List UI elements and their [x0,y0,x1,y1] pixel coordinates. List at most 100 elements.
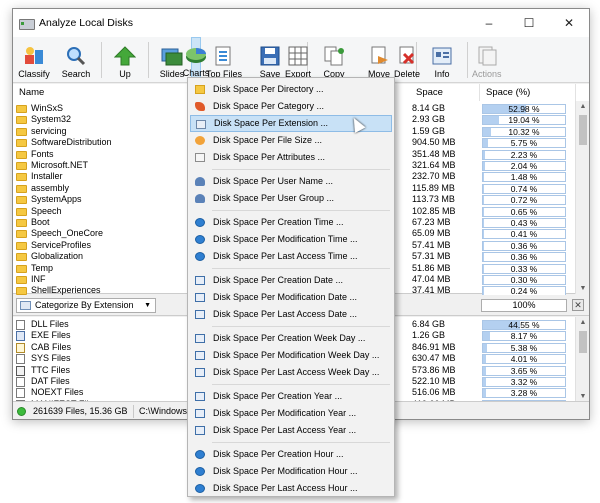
sys-file-icon [16,354,25,365]
menu-item-disk-space-per-modification-hour[interactable]: Disk Space Per Modification Hour ... [190,463,392,480]
menu-item-disk-space-per-modification-date[interactable]: Disk Space Per Modification Date ... [190,289,392,306]
row-space-percent-bar: 1.48 % [482,172,566,183]
row-space: 67.23 MB [412,217,451,227]
scroll-up-arrow-icon[interactable]: ▲ [576,103,589,110]
up-button[interactable]: Up [106,37,144,83]
menu-item-disk-space-per-modification-week-day[interactable]: Disk Space Per Modification Week Day ... [190,347,392,364]
scroll-down-arrow-icon[interactable]: ▼ [576,285,589,292]
scroll-thumb[interactable] [579,331,587,353]
menu-item-label: Disk Space Per Directory ... [213,84,324,94]
menu-item-disk-space-per-last-access-date[interactable]: Disk Space Per Last Access Date ... [190,306,392,323]
column-header-name[interactable]: Name [13,84,188,101]
close-category-panel-button[interactable]: ✕ [572,299,584,311]
menu-item-disk-space-per-user-name[interactable]: Disk Space Per User Name ... [190,173,392,190]
menu-item-disk-space-per-last-access-year[interactable]: Disk Space Per Last Access Year ... [190,422,392,439]
date-icon [195,351,205,360]
row-space-percent-bar: 10.32 % [482,126,566,137]
row-name: Speech [31,205,62,216]
menu-item-disk-space-per-last-access-hour[interactable]: Disk Space Per Last Access Hour ... [190,480,392,497]
classify-button[interactable]: Classify [13,37,55,83]
date-icon [195,392,205,401]
menu-item-disk-space-per-file-size[interactable]: Disk Space Per File Size ... [190,132,392,149]
row-name: SoftwareDistribution [31,137,112,148]
row-name: Globalization [31,251,84,262]
row-name: Microsoft.NET [31,160,89,170]
slides-icon [161,46,183,66]
folder-icon [16,116,27,125]
folder-icon [16,230,27,239]
menu-item-disk-space-per-last-access-time[interactable]: Disk Space Per Last Access Time ... [190,248,392,265]
move-icon [368,46,390,66]
bottom-vertical-scrollbar[interactable]: ▲ ▼ [575,317,589,401]
row-name: assembly [31,182,70,193]
save-icon [259,46,281,66]
info-button-label: Info [434,69,450,79]
row-space-percent-bar: 0.41 % [482,229,566,240]
info-button[interactable]: Info [421,37,463,83]
close-button[interactable]: ✕ [549,9,589,37]
menu-item-disk-space-per-attributes[interactable]: Disk Space Per Attributes ... [190,149,392,166]
folder-icon [16,264,27,273]
menu-item-label: Disk Space Per Last Access Year ... [213,425,357,435]
menu-item-disk-space-per-creation-year[interactable]: Disk Space Per Creation Year ... [190,388,392,405]
cab-file-icon [16,342,25,353]
scroll-thumb[interactable] [579,115,587,145]
date-icon [195,310,205,319]
date-icon [195,276,205,285]
categorize-select-value: Categorize By Extension [35,300,134,310]
menu-item-label: Disk Space Per Creation Week Day ... [213,333,366,343]
exe-file-icon [16,331,25,342]
actions-icon [476,46,498,66]
chevron-down-icon: ▼ [144,302,151,309]
toolbar-separator [467,42,468,78]
row-space: 65.09 MB [412,228,451,239]
menu-item-disk-space-per-directory[interactable]: Disk Space Per Directory ... [190,81,392,98]
dll-file-icon [16,320,25,330]
minimize-button[interactable]: – [469,9,509,37]
row-space: 846.91 MB [412,341,456,352]
row-space-percent: 52.98 % [508,104,540,114]
menu-item-disk-space-per-creation-date[interactable]: Disk Space Per Creation Date ... [190,272,392,289]
menu-item-disk-space-per-modification-time[interactable]: Disk Space Per Modification Time ... [190,231,392,248]
scroll-down-arrow-icon[interactable]: ▼ [576,393,589,400]
row-name: ServiceProfiles [31,239,92,250]
row-space-percent: 0.43 % [510,218,538,228]
actions-button-label: Actions [472,69,502,79]
row-name: WinSxS [31,103,64,113]
menu-item-disk-space-per-creation-week-day[interactable]: Disk Space Per Creation Week Day ... [190,330,392,347]
menu-item-disk-space-per-modification-year[interactable]: Disk Space Per Modification Year ... [190,405,392,422]
row-space: 102.85 MB [412,205,456,216]
row-space: 2.93 GB [412,114,446,125]
menu-item-disk-space-per-last-access-week-day[interactable]: Disk Space Per Last Access Week Day ... [190,364,392,381]
categorize-select[interactable]: Categorize By Extension ▼ [16,298,156,313]
row-space-percent: 0.36 % [510,252,538,263]
delete-button[interactable]: Delete [394,37,420,83]
menu-item-label: Disk Space Per Creation Hour ... [213,449,344,459]
delete-icon [396,46,418,66]
menu-item-label: Disk Space Per Creation Date ... [213,275,344,285]
column-header-space[interactable]: Space [410,84,480,101]
time-icon [195,218,205,227]
column-header-space-percent[interactable]: Space (%) [480,84,576,101]
date-icon [195,293,205,302]
maximize-button[interactable]: ☐ [509,9,549,37]
row-space-percent: 5.75 % [510,138,538,149]
search-button-label: Search [61,69,91,79]
menu-item-disk-space-per-user-group[interactable]: Disk Space Per User Group ... [190,190,392,207]
classify-icon [23,46,45,66]
menu-item-disk-space-per-creation-time[interactable]: Disk Space Per Creation Time ... [190,214,392,231]
scroll-up-arrow-icon[interactable]: ▲ [576,319,589,326]
user-icon [195,177,205,186]
row-space-percent-bar: 8.17 % [482,331,566,342]
search-button[interactable]: Search [55,37,97,83]
top-vertical-scrollbar[interactable]: ▲ ▼ [575,101,589,294]
folder-icon [16,184,27,193]
row-space-percent-bar: 4.01 % [482,354,566,365]
ttc-file-icon [16,365,25,376]
row-space-percent-bar: 2.23 % [482,149,566,160]
menu-item-disk-space-per-creation-hour[interactable]: Disk Space Per Creation Hour ... [190,446,392,463]
export-icon [287,46,309,66]
total-percent-label: 100% [512,300,536,310]
row-name: SYS Files [31,353,71,364]
menu-item-disk-space-per-category[interactable]: Disk Space Per Category ... [190,98,392,115]
